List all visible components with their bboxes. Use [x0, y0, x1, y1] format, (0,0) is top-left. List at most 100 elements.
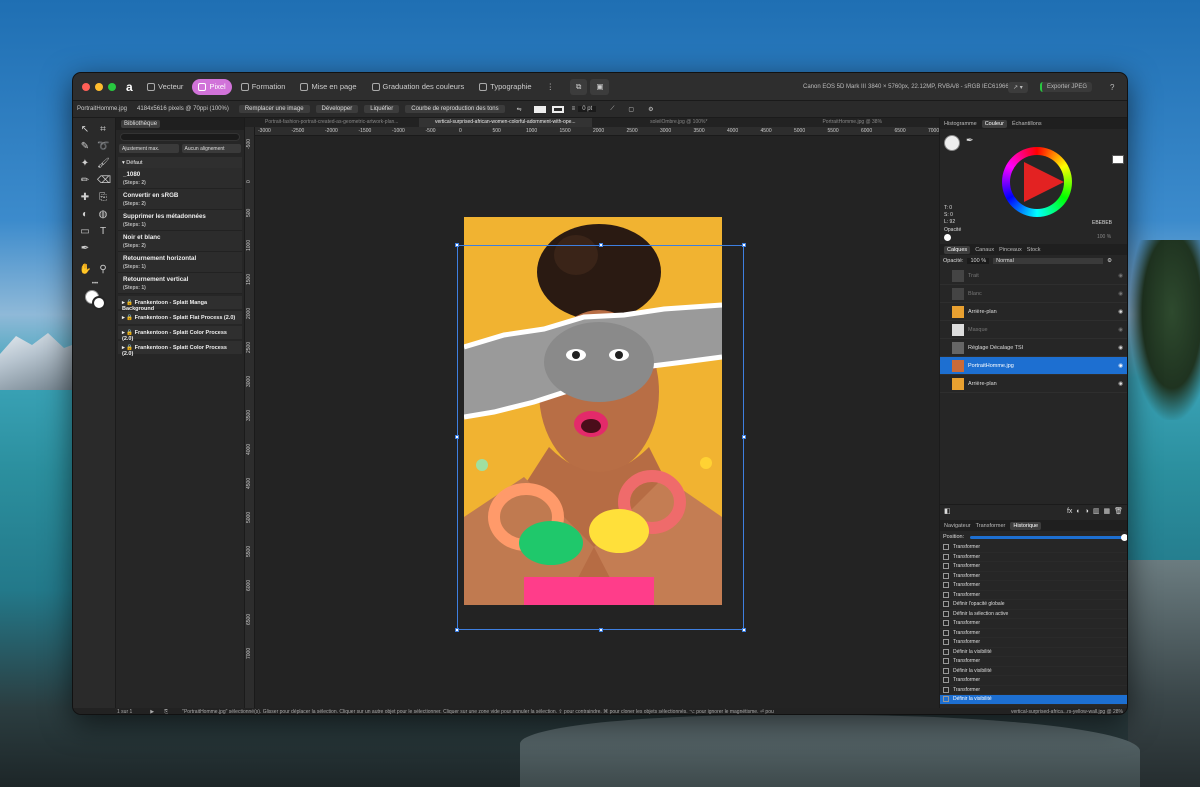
resize-handle[interactable]: [455, 435, 459, 439]
tab-channels[interactable]: Canaux: [975, 247, 994, 253]
history-slider[interactable]: [970, 533, 1127, 541]
visibility-icon[interactable]: ◉: [1118, 273, 1123, 279]
library-category[interactable]: ▸ 🔒 Frankentoon - Splatt Flat Process (2…: [118, 311, 242, 324]
zoom-window-button[interactable]: [108, 82, 116, 91]
play-icon[interactable]: ▶: [150, 709, 154, 714]
current-color-swatch[interactable]: [1112, 155, 1124, 164]
affinity-logo-icon[interactable]: a: [126, 81, 138, 93]
resize-handle[interactable]: [742, 243, 746, 247]
tab-vector[interactable]: Vecteur: [141, 79, 189, 95]
history-item[interactable]: Définir la visibilité: [940, 648, 1127, 657]
layer-row[interactable]: Réglage Décalage TSI ◉: [940, 339, 1127, 357]
selection-brush-icon[interactable]: ✎: [79, 141, 91, 153]
flip-icon[interactable]: ⇋: [517, 106, 522, 113]
healing-tool-icon[interactable]: ✚: [79, 192, 91, 204]
help-icon[interactable]: ?: [1110, 73, 1114, 101]
opacity-slider-knob[interactable]: [944, 234, 951, 241]
visibility-icon[interactable]: ◉: [1118, 381, 1123, 387]
pencil-tool-icon[interactable]: ✏: [79, 175, 91, 187]
history-item[interactable]: Transformer: [940, 686, 1127, 695]
paint-brush-icon[interactable]: 🖌: [97, 158, 110, 170]
history-item[interactable]: Transformer: [940, 619, 1127, 629]
tab-pixel[interactable]: Pixel: [192, 78, 232, 95]
history-item[interactable]: Transformer: [940, 562, 1127, 572]
library-category[interactable]: ▸ 🔒 Frankentoon - Splatt Color Process (…: [118, 341, 242, 357]
library-search-input[interactable]: [120, 133, 240, 141]
text-tool-icon[interactable]: T: [97, 226, 109, 238]
visibility-icon[interactable]: ◉: [1118, 327, 1123, 333]
tab-layout[interactable]: Mise en page: [294, 79, 362, 95]
doc-tab-active[interactable]: vertical-surprised-african-women-colorfu…: [418, 118, 592, 127]
export-jpeg-button[interactable]: Exporter JPEG: [1040, 73, 1093, 101]
tab-typography[interactable]: Typographie: [473, 79, 537, 95]
visibility-icon[interactable]: ◉: [1118, 309, 1123, 315]
tab-history[interactable]: Historique: [1010, 521, 1042, 530]
resize-handle[interactable]: [455, 628, 459, 632]
erase-tool-icon[interactable]: ⌫: [97, 175, 111, 187]
lasso-tool-icon[interactable]: ➰: [97, 141, 109, 153]
history-item[interactable]: Transformer: [940, 676, 1127, 686]
delete-layer-icon[interactable]: 🗑: [1114, 507, 1123, 515]
zoom-tool-icon[interactable]: ⚲: [97, 264, 109, 276]
history-item[interactable]: Transformer: [940, 543, 1127, 553]
layer-lock-icon[interactable]: ◧: [944, 507, 951, 515]
resize-handle[interactable]: [742, 435, 746, 439]
resize-handle[interactable]: [599, 628, 603, 632]
mask-icon[interactable]: ◐: [1076, 508, 1080, 515]
brush-icon[interactable]: ⟋: [610, 106, 614, 113]
layer-settings-icon[interactable]: ⚙: [1107, 258, 1112, 264]
doc-tab[interactable]: soleilOmbre.jpg @ 100%*: [592, 118, 766, 127]
layer-row[interactable]: Arrière-plan ◉: [940, 303, 1127, 321]
tone-curve-button[interactable]: Courbe de reproduction des tons: [405, 105, 505, 113]
layer-row[interactable]: Trait ◉: [940, 267, 1127, 285]
liquify-button[interactable]: Liquéfier: [364, 105, 400, 113]
resize-handle[interactable]: [742, 628, 746, 632]
layer-row[interactable]: Arrière-plan ◉: [940, 375, 1127, 393]
history-item[interactable]: Définir la visibilité: [940, 695, 1127, 705]
doc-tab[interactable]: PortraitHomme.jpg @ 38%: [766, 118, 940, 127]
replace-image-button[interactable]: Remplacer une image: [238, 105, 310, 113]
history-item[interactable]: Transformer: [940, 629, 1127, 638]
library-category[interactable]: ▸ 🔒 Frankentoon - Splatt Manga Backgroun…: [118, 296, 242, 312]
eyedropper-icon[interactable]: ✒: [966, 135, 974, 146]
library-category[interactable]: ▸ 🔒 Frankentoon - Splatt Color Process (…: [118, 326, 242, 342]
canvas[interactable]: [255, 136, 939, 708]
blur-tool-icon[interactable]: ◍: [97, 209, 109, 221]
alignment-select[interactable]: Aucun alignement: [181, 144, 241, 153]
more-tools-icon[interactable]: •••: [89, 278, 101, 290]
macro-item[interactable]: Retournement vertical (Steps: 1): [118, 273, 242, 294]
visibility-icon[interactable]: ◉: [1118, 363, 1123, 369]
fx-icon[interactable]: fx: [1067, 508, 1072, 515]
tab-transform[interactable]: Transformer: [976, 523, 1006, 529]
macro-item[interactable]: Retournement horizontal (Steps: 1): [118, 252, 242, 273]
resize-handle[interactable]: [599, 243, 603, 247]
fill-color-circle[interactable]: [944, 135, 960, 151]
macro-item[interactable]: _1080 (Steps: 2): [118, 168, 242, 189]
tool-icon-a[interactable]: ⧉: [570, 78, 588, 95]
share-button[interactable]: ↗ ▾: [1008, 73, 1028, 101]
tab-layers[interactable]: Calques: [944, 245, 971, 254]
develop-button[interactable]: Développer: [315, 105, 359, 113]
status-icon[interactable]: ⎘: [164, 709, 168, 714]
flood-select-icon[interactable]: ✦: [79, 158, 91, 170]
add-layer-icon[interactable]: ▦: [1103, 507, 1110, 515]
tab-navigator[interactable]: Navigateur: [944, 523, 971, 529]
visibility-icon[interactable]: ◉: [1118, 345, 1123, 351]
history-item[interactable]: Définir l'opacité globale: [940, 600, 1127, 610]
settings-icon[interactable]: ⚙: [648, 106, 653, 113]
selection-box[interactable]: [455, 243, 746, 632]
history-item[interactable]: Transformer: [940, 572, 1127, 581]
blend-mode-select[interactable]: Normal: [993, 258, 1104, 264]
group-default[interactable]: ▾ Défaut: [118, 157, 242, 168]
tab-histogram[interactable]: Histogramme: [944, 121, 977, 127]
resize-handle[interactable]: [455, 243, 459, 247]
history-item[interactable]: Transformer: [940, 638, 1127, 648]
macro-item[interactable]: Convertir en sRGB (Steps: 2): [118, 189, 242, 210]
minimize-window-button[interactable]: [95, 82, 103, 91]
transform-icon[interactable]: ▢: [628, 106, 634, 113]
color-wheel[interactable]: [1002, 147, 1072, 217]
rectangle-tool-icon[interactable]: ▭: [79, 226, 91, 238]
color-triangle[interactable]: [1002, 147, 1072, 217]
group-icon[interactable]: ▥: [1093, 507, 1100, 515]
hand-tool-icon[interactable]: ✋: [79, 264, 91, 276]
